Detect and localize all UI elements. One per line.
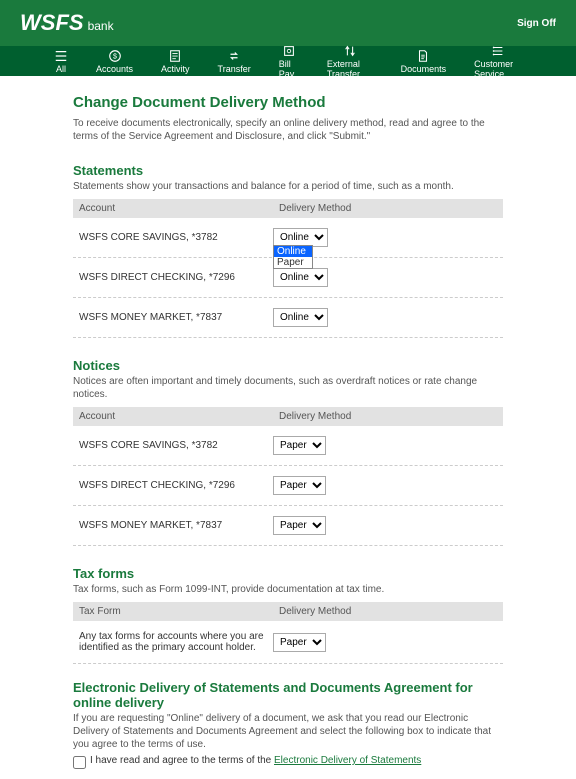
notices-row: WSFS CORE SAVINGS, *3782 Paper	[73, 426, 503, 466]
col-account: Account	[73, 199, 273, 218]
tax-heading: Tax forms	[73, 566, 503, 581]
nav-label: All	[56, 64, 66, 74]
delivery-method-select[interactable]: Paper	[273, 516, 326, 535]
page-intro: To receive documents electronically, spe…	[73, 117, 503, 143]
notices-row: WSFS MONEY MARKET, *7837 Paper	[73, 506, 503, 546]
logo-main: WSFS	[20, 10, 84, 36]
delivery-method-select[interactable]: Paper	[273, 436, 326, 455]
nav-label: Accounts	[96, 64, 133, 74]
statements-desc: Statements show your transactions and ba…	[73, 180, 503, 193]
col-method: Delivery Method	[273, 199, 503, 218]
transfer-icon	[226, 49, 242, 63]
nav-label: Bill Pay	[279, 59, 299, 79]
delivery-method-dropdown: Online Paper	[273, 245, 313, 269]
nav-customer-service[interactable]: Customer Service	[460, 44, 536, 79]
tax-desc: Tax forms, such as Form 1099-INT, provid…	[73, 583, 503, 596]
agreement-checkbox-line: I have read and agree to the terms of th…	[73, 755, 503, 769]
nav-documents[interactable]: Documents	[387, 49, 461, 74]
activity-icon	[167, 49, 183, 63]
dropdown-option-online[interactable]: Online	[274, 246, 312, 257]
page-title: Change Document Delivery Method	[73, 94, 503, 111]
nav-transfer[interactable]: Transfer	[204, 49, 265, 74]
agree-label: I have read and agree to the terms of th…	[90, 755, 421, 766]
account-name: WSFS MONEY MARKET, *7837	[79, 520, 273, 531]
statements-table-head: Account Delivery Method	[73, 199, 503, 218]
agreement-link[interactable]: Electronic Delivery of Statements	[274, 755, 421, 766]
account-name: WSFS CORE SAVINGS, *3782	[79, 440, 273, 451]
external-transfer-icon	[342, 44, 358, 58]
agreement-text: If you are requesting "Online" delivery …	[73, 712, 503, 751]
account-name: WSFS CORE SAVINGS, *3782	[79, 232, 273, 243]
nav-label: Transfer	[218, 64, 251, 74]
statements-heading: Statements	[73, 163, 503, 178]
main-nav: All $ Accounts Activity Transfer Bill Pa…	[0, 46, 576, 76]
accounts-icon: $	[107, 49, 123, 63]
logo-sub: bank	[88, 19, 114, 33]
nav-billpay[interactable]: Bill Pay	[265, 44, 313, 79]
tax-table-head: Tax Form Delivery Method	[73, 602, 503, 621]
account-name: WSFS MONEY MARKET, *7837	[79, 312, 273, 323]
content: Change Document Delivery Method To recei…	[73, 76, 503, 779]
account-name: WSFS DIRECT CHECKING, *7296	[79, 272, 273, 283]
agree-label-text: I have read and agree to the terms of th…	[90, 755, 274, 766]
customer-service-icon	[490, 44, 506, 58]
delivery-method-select[interactable]: Paper	[273, 633, 326, 652]
svg-text:$: $	[113, 53, 117, 60]
nav-accounts[interactable]: $ Accounts	[82, 49, 147, 74]
menu-icon	[54, 49, 68, 63]
delivery-method-select[interactable]: Online	[273, 308, 328, 327]
col-method: Delivery Method	[273, 602, 503, 621]
col-method: Delivery Method	[273, 407, 503, 426]
nav-label: Activity	[161, 64, 190, 74]
notices-desc: Notices are often important and timely d…	[73, 375, 503, 401]
statements-row: WSFS MONEY MARKET, *7837 Online	[73, 298, 503, 338]
statements-row: WSFS CORE SAVINGS, *3782 Online Online P…	[73, 218, 503, 258]
notices-row: WSFS DIRECT CHECKING, *7296 Paper	[73, 466, 503, 506]
nav-label: Customer Service	[474, 59, 522, 79]
notices-table-head: Account Delivery Method	[73, 407, 503, 426]
sign-off-link[interactable]: Sign Off	[517, 18, 556, 29]
nav-label: Documents	[401, 64, 447, 74]
delivery-method-select[interactable]: Paper	[273, 476, 326, 495]
nav-all[interactable]: All	[40, 49, 82, 74]
billpay-icon	[281, 44, 297, 58]
notices-heading: Notices	[73, 358, 503, 373]
agreement-section: Electronic Delivery of Statements and Do…	[73, 680, 503, 769]
tax-row-desc: Any tax forms for accounts where you are…	[79, 631, 273, 653]
nav-external[interactable]: External Transfer	[313, 44, 387, 79]
nav-activity[interactable]: Activity	[147, 49, 204, 74]
nav-label: External Transfer	[327, 59, 373, 79]
col-account: Account	[73, 407, 273, 426]
topbar: WSFS bank Sign Off	[0, 0, 576, 46]
account-name: WSFS DIRECT CHECKING, *7296	[79, 480, 273, 491]
delivery-method-select[interactable]: Online	[273, 268, 328, 287]
col-taxform: Tax Form	[73, 602, 273, 621]
dropdown-option-paper[interactable]: Paper	[274, 257, 312, 268]
agreement-heading: Electronic Delivery of Statements and Do…	[73, 680, 503, 710]
agree-checkbox[interactable]	[73, 756, 86, 769]
tax-row: Any tax forms for accounts where you are…	[73, 621, 503, 664]
documents-icon	[415, 49, 431, 63]
logo: WSFS bank	[20, 10, 114, 36]
